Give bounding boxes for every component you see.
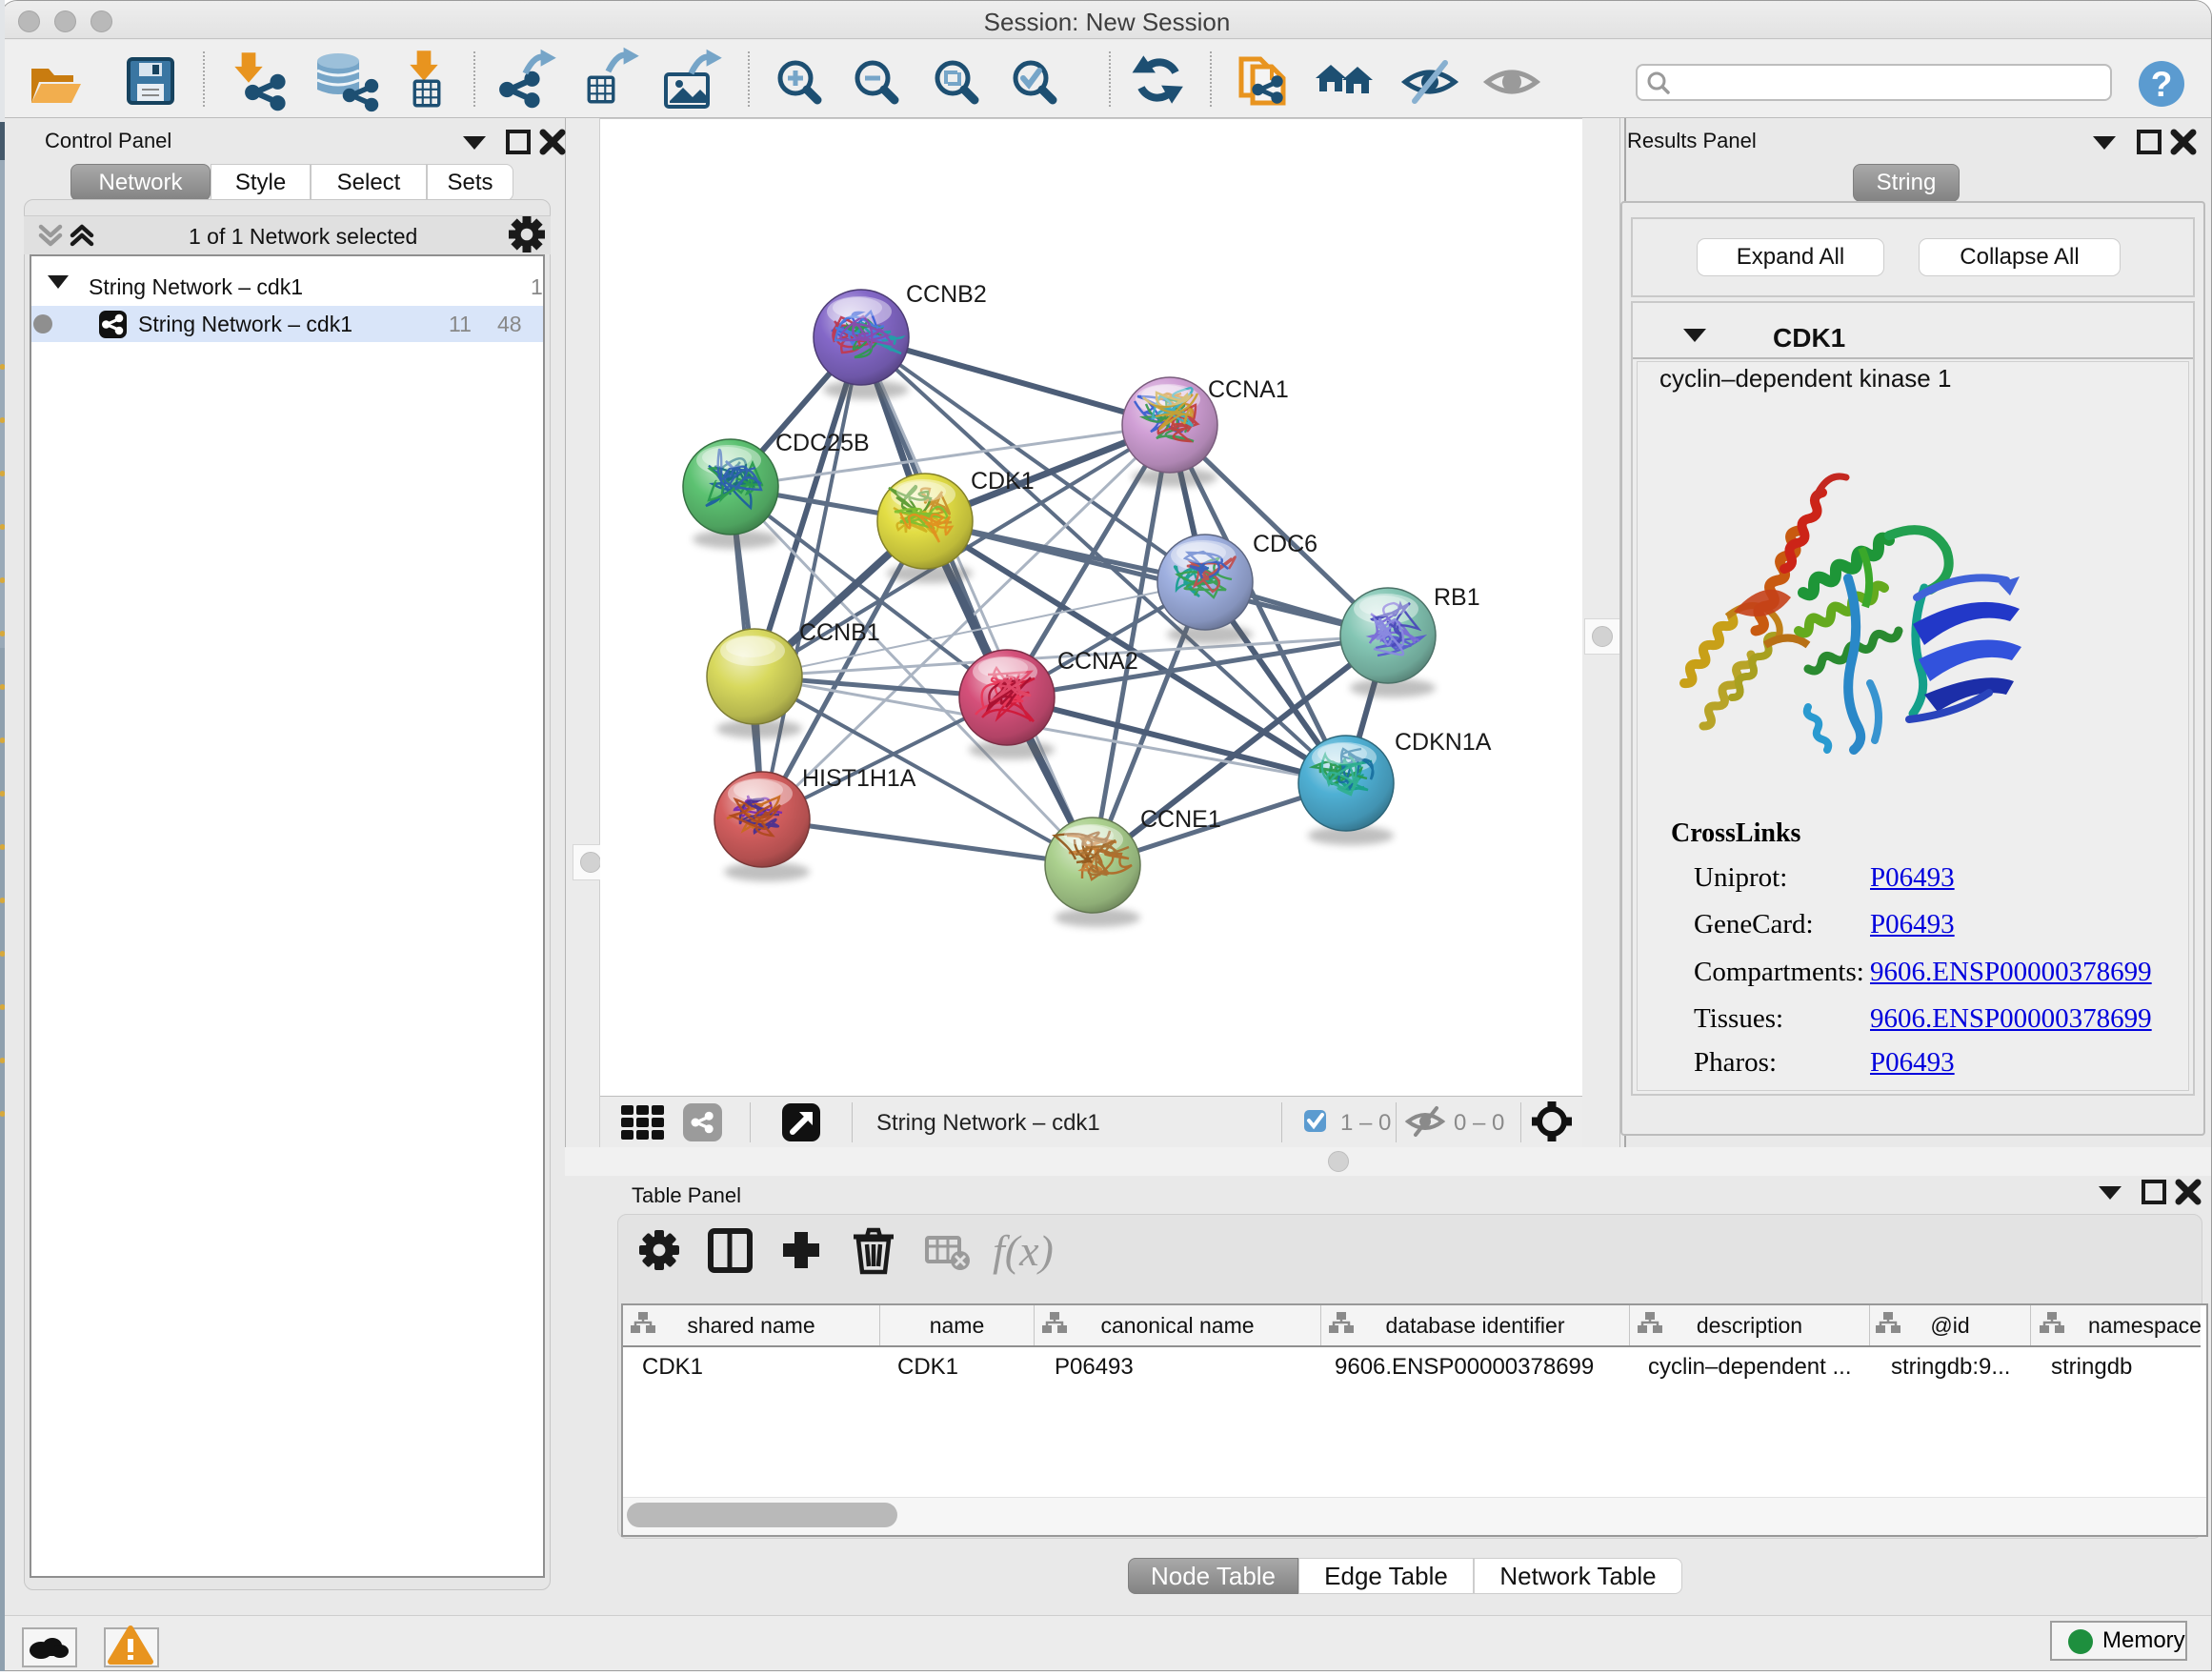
svg-text:?: ?	[2151, 65, 2173, 104]
svg-text:CCNB2: CCNB2	[906, 281, 987, 308]
svg-text:CCNA2: CCNA2	[1057, 648, 1138, 675]
svg-text:CCNB1: CCNB1	[799, 619, 880, 646]
svg-text:CCNA1: CCNA1	[1208, 376, 1289, 403]
svg-text:CDK1: CDK1	[971, 468, 1035, 495]
svg-text:CDKN1A: CDKN1A	[1395, 729, 1492, 756]
svg-text:HIST1H1A: HIST1H1A	[802, 765, 916, 792]
svg-text:CCNE1: CCNE1	[1140, 806, 1221, 833]
svg-text:CDC6: CDC6	[1253, 531, 1317, 557]
svg-text:RB1: RB1	[1434, 584, 1480, 611]
svg-text:CDC25B: CDC25B	[775, 430, 870, 456]
